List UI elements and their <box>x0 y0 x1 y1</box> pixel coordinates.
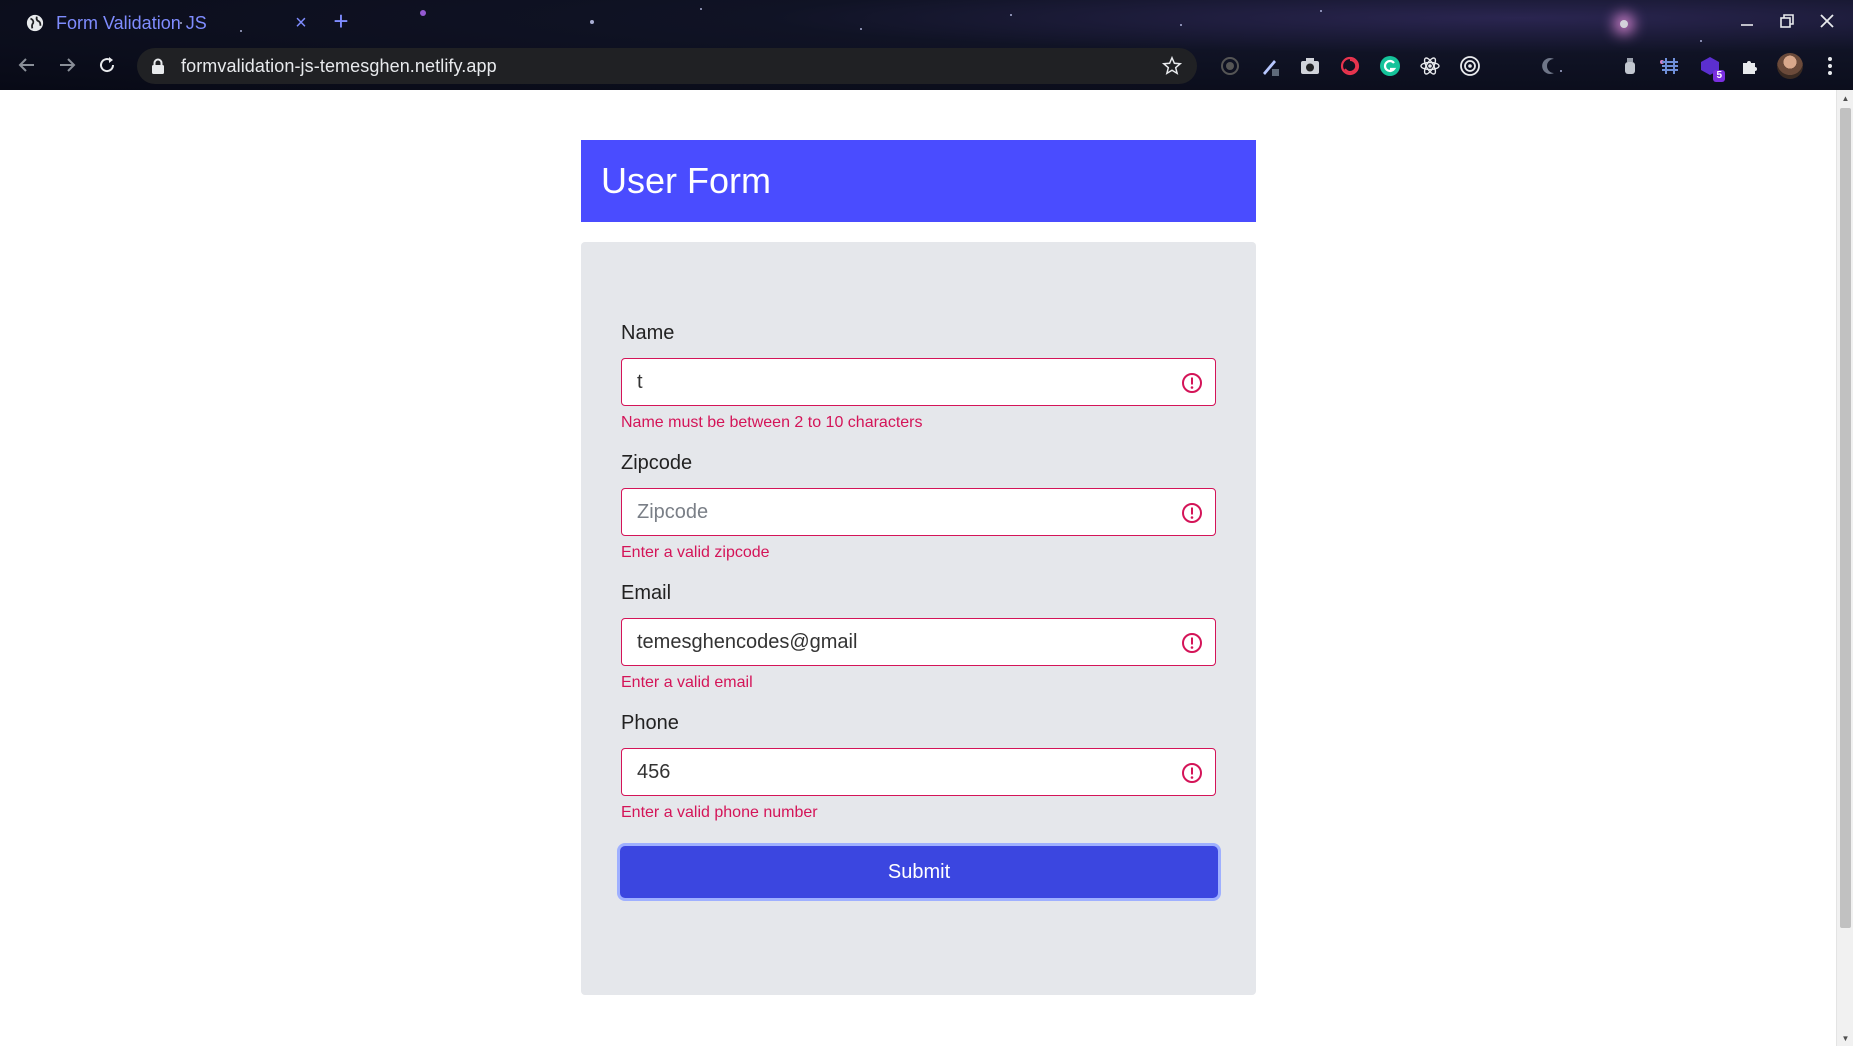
tab-close-icon[interactable]: × <box>288 12 314 35</box>
kebab-menu-icon[interactable] <box>1810 48 1850 84</box>
spiral-extension-icon[interactable] <box>1330 48 1370 84</box>
avatar <box>1777 53 1803 79</box>
pen-extension-icon[interactable] <box>1250 48 1290 84</box>
page-title: User Form <box>601 160 771 201</box>
back-arrow-icon[interactable] <box>12 50 42 80</box>
name-label: Name <box>621 322 675 344</box>
scroll-down-icon[interactable]: ▼ <box>1837 1030 1853 1046</box>
profile-avatar[interactable] <box>1770 48 1810 84</box>
puzzle-extensions-icon[interactable] <box>1730 48 1770 84</box>
extensions-toolbar: 5 <box>1210 48 1850 84</box>
bottle-extension-icon[interactable] <box>1610 48 1650 84</box>
phone-label: Phone <box>621 712 679 734</box>
scroll-up-icon[interactable]: ▲ <box>1837 90 1853 106</box>
reload-icon[interactable] <box>92 50 122 80</box>
react-devtools-icon[interactable] <box>1410 48 1450 84</box>
scrollbar-thumb[interactable] <box>1840 108 1851 928</box>
email-error-message: Enter a valid email <box>621 674 753 691</box>
window-controls <box>1727 6 1847 36</box>
lock-icon[interactable] <box>151 58 165 74</box>
star-icon[interactable] <box>1161 55 1183 77</box>
grammarly-icon[interactable] <box>1370 48 1410 84</box>
exclamation-circle-icon <box>1182 633 1202 653</box>
phone-error-message: Enter a valid phone number <box>621 804 818 821</box>
close-window-icon[interactable] <box>1807 6 1847 36</box>
new-tab-button[interactable]: + <box>326 6 356 37</box>
browser-tab[interactable]: Form Validation JS × <box>14 5 314 41</box>
camera-extension-icon[interactable] <box>1290 48 1330 84</box>
form-card: Name Name must be between 2 to 10 charac… <box>581 242 1256 995</box>
forward-arrow-icon[interactable] <box>52 50 82 80</box>
address-bar[interactable]: formvalidation-js-temesghen.netlify.app <box>137 48 1197 84</box>
zipcode-error-message: Enter a valid zipcode <box>621 544 770 561</box>
user-form: Name Name must be between 2 to 10 charac… <box>620 322 1218 898</box>
browser-chrome: Form Validation JS × + formvalidation-js… <box>0 0 1853 90</box>
extension-badge: 5 <box>1713 70 1725 82</box>
phone-input-wrapper <box>621 748 1216 796</box>
form-header: User Form <box>581 140 1256 222</box>
phone-input[interactable] <box>622 749 1215 795</box>
vertical-scrollbar[interactable]: ▲ ▼ <box>1836 90 1853 1046</box>
exclamation-circle-icon <box>1182 763 1202 783</box>
zipcode-input[interactable] <box>622 489 1215 535</box>
exclamation-circle-icon <box>1182 503 1202 523</box>
email-input[interactable] <box>622 619 1215 665</box>
zipcode-label: Zipcode <box>621 452 693 474</box>
email-field-group: Email Enter a valid email <box>621 582 1216 692</box>
submit-button[interactable]: Submit <box>620 846 1218 898</box>
name-input[interactable] <box>622 359 1215 405</box>
name-input-wrapper <box>621 358 1216 406</box>
target-extension-icon[interactable] <box>1450 48 1490 84</box>
zipcode-input-wrapper <box>621 488 1216 536</box>
restore-icon[interactable] <box>1767 6 1807 36</box>
name-field-group: Name Name must be between 2 to 10 charac… <box>621 322 1216 432</box>
phone-field-group: Phone Enter a valid phone number <box>621 712 1216 822</box>
tab-title: Form Validation JS <box>56 12 207 33</box>
minimize-icon[interactable] <box>1727 6 1767 36</box>
grid-extension-icon[interactable] <box>1650 48 1690 84</box>
record-extension-icon[interactable] <box>1210 48 1250 84</box>
moon-extension-icon[interactable] <box>1530 48 1570 84</box>
email-label: Email <box>621 582 672 604</box>
page-viewport: User Form Name Name must be between 2 to… <box>0 90 1853 1046</box>
zipcode-field-group: Zipcode Enter a valid zipcode <box>621 452 1216 562</box>
name-error-message: Name must be between 2 to 10 characters <box>621 414 923 431</box>
url-text[interactable]: formvalidation-js-temesghen.netlify.app <box>181 56 1161 77</box>
cube-extension-icon[interactable]: 5 <box>1690 48 1730 84</box>
globe-icon <box>26 14 44 32</box>
email-input-wrapper <box>621 618 1216 666</box>
exclamation-circle-icon <box>1182 373 1202 393</box>
